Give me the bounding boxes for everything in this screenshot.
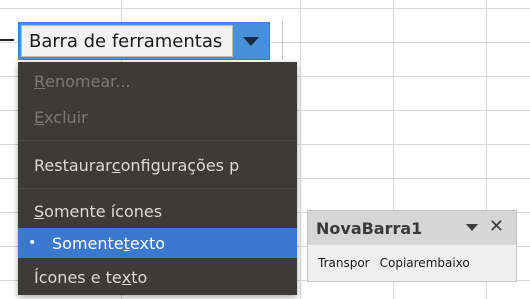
menu-item-delete: Excluir (18, 102, 297, 132)
menu-item-rename-label: enomear... (45, 71, 131, 91)
spreadsheet-window: Barra de ferramentas Renomear... Excluir… (0, 0, 530, 299)
menu-item-icons-and-text-mnemonic: x (121, 267, 132, 287)
toolbar-separator (282, 20, 283, 60)
menu-item-icons-only-mnemonic: S (34, 201, 45, 221)
transpose-button[interactable]: Transpor (318, 256, 370, 270)
menu-item-restore-defaults[interactable]: Restaurar c onfigurações p (18, 150, 297, 180)
menu-separator (18, 140, 297, 141)
close-icon[interactable]: ✕ (489, 217, 504, 237)
menu-item-icons-and-text[interactable]: Ícones e te x to (18, 262, 297, 292)
menu-item-rename: Renomear... (18, 66, 297, 96)
floating-toolbar-title: NovaBarra1 (316, 218, 423, 238)
menu-item-text-only-post: exto (129, 233, 166, 253)
toolbar-dropdown[interactable]: Barra de ferramentas (18, 22, 270, 60)
floating-toolbar-titlebar[interactable]: NovaBarra1 ✕ (308, 211, 516, 245)
menu-item-icons-and-text-pre: Ícones e te (34, 267, 122, 287)
copy-down-button[interactable]: Copiarembaixo (380, 256, 470, 270)
triangle-down-icon[interactable] (466, 224, 478, 231)
toolbar-dropdown-label[interactable]: Barra de ferramentas (21, 25, 233, 57)
menu-item-text-only-pre: Somente (52, 233, 124, 253)
menu-item-icons-and-text-post: to (131, 267, 148, 287)
menu-item-delete-mnemonic: E (34, 107, 45, 127)
menu-item-icons-only-label: omente ícones (44, 201, 163, 221)
radio-bullet-icon: • (28, 235, 37, 251)
chevron-down-icon[interactable] (233, 23, 269, 59)
menu-item-restore-mnemonic: c (111, 155, 121, 175)
toolbar-context-menu: Renomear... Excluir Restaurar c onfiguraç… (18, 62, 297, 295)
menu-item-delete-label: xcluir (44, 107, 88, 127)
menu-item-restore-pre: Restaurar (34, 155, 112, 175)
menu-separator (18, 188, 297, 189)
floating-toolbar-buttons: Transpor Copiarembaixo (308, 245, 516, 281)
floating-toolbar[interactable]: NovaBarra1 ✕ Transpor Copiarembaixo (307, 210, 517, 282)
menu-item-rename-mnemonic: R (34, 71, 46, 91)
menu-item-icons-only[interactable]: Somente ícones (18, 196, 297, 226)
menu-item-restore-post: onfigurações p (120, 155, 240, 175)
menu-item-text-only[interactable]: • Somente t exto (18, 228, 297, 258)
